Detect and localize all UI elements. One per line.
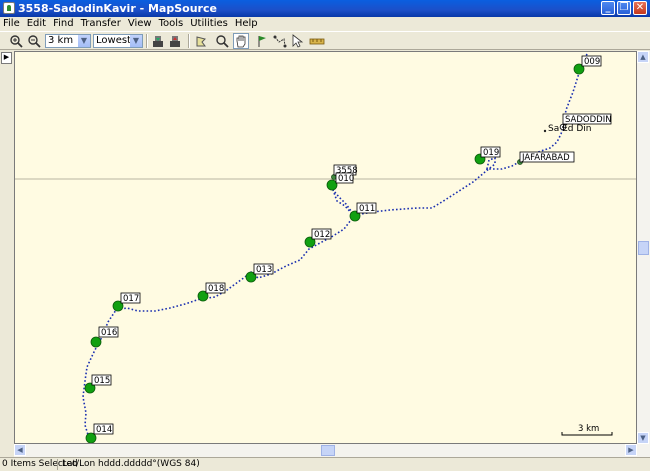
waypoint-label-018: 018 bbox=[208, 284, 224, 294]
route-tool-icon[interactable] bbox=[272, 33, 288, 49]
scroll-left-arrow-icon[interactable]: ◀ bbox=[14, 444, 26, 456]
receive-from-device-icon[interactable] bbox=[150, 33, 166, 49]
maximize-button[interactable]: ❐ bbox=[617, 1, 631, 15]
hand-pan-tool-icon[interactable] bbox=[233, 33, 249, 49]
waypoint-label-013: 013 bbox=[256, 265, 272, 275]
track-line bbox=[82, 53, 588, 443]
scroll-down-arrow-icon[interactable]: ▼ bbox=[637, 432, 649, 444]
vertical-scrollbar[interactable]: ▲ ▼ bbox=[637, 51, 650, 444]
zoom-out-icon[interactable] bbox=[26, 33, 42, 49]
zoom-tool-icon[interactable] bbox=[214, 33, 230, 49]
menu-help[interactable]: Help bbox=[232, 17, 262, 31]
scale-bar: 3 km bbox=[561, 424, 613, 436]
waypoint-flag-tool-icon[interactable] bbox=[254, 33, 270, 49]
waypoint-label-014: 014 bbox=[96, 425, 112, 435]
window-title: 3558-SadodinKavir - MapSource bbox=[18, 2, 217, 15]
detail-level-select[interactable]: Lowest ▼ bbox=[93, 34, 143, 48]
title-bar: 3558-SadodinKavir - MapSource _ ❐ ✕ bbox=[0, 0, 650, 17]
minimize-button[interactable]: _ bbox=[601, 1, 615, 15]
map-canvas[interactable]: 009 SADODDIN 019 JAFARABAD 3558 010 011 … bbox=[15, 52, 637, 444]
menu-edit[interactable]: Edit bbox=[24, 17, 50, 31]
scroll-right-arrow-icon[interactable]: ▶ bbox=[625, 444, 637, 456]
side-panel-collapsed: ▶ bbox=[0, 51, 13, 444]
place-label: Sa Ed Din bbox=[548, 124, 591, 134]
toolbar-separator bbox=[146, 34, 148, 48]
detail-level-value: Lowest bbox=[96, 35, 131, 46]
status-bar: 0 Items Selected Lat/Lon hddd.ddddd°(WGS… bbox=[0, 457, 650, 471]
menu-bar: File Edit Find Transfer View Tools Utili… bbox=[0, 17, 650, 31]
toolbar: 3 km ▼ Lowest ▼ bbox=[0, 31, 650, 50]
waypoint-label-019: 019 bbox=[483, 148, 499, 158]
status-coordinate-format: Lat/Lon hddd.ddddd°(WGS 84) bbox=[62, 459, 200, 469]
chevron-down-icon[interactable]: ▼ bbox=[78, 35, 90, 47]
waypoint-label-016: 016 bbox=[101, 328, 117, 338]
waypoint-label-jafarabad: JAFARABAD bbox=[521, 153, 570, 163]
scale-label: 3 km bbox=[578, 424, 599, 434]
map-tool-icon[interactable] bbox=[193, 33, 209, 49]
distance-ruler-tool-icon[interactable] bbox=[309, 33, 325, 49]
waypoint-label-009: 009 bbox=[584, 57, 600, 67]
toolbar-separator bbox=[188, 34, 190, 48]
waypoint-icon[interactable] bbox=[326, 179, 338, 191]
vertical-scroll-thumb[interactable] bbox=[638, 241, 649, 255]
chevron-down-icon[interactable]: ▼ bbox=[130, 35, 142, 47]
status-divider bbox=[57, 459, 58, 470]
scroll-up-arrow-icon[interactable]: ▲ bbox=[637, 51, 649, 63]
waypoint-label-012: 012 bbox=[314, 230, 330, 240]
menu-tools[interactable]: Tools bbox=[156, 17, 188, 31]
menu-find[interactable]: Find bbox=[50, 17, 78, 31]
zoom-scale-select[interactable]: 3 km ▼ bbox=[45, 34, 91, 48]
mapsource-app-icon[interactable] bbox=[3, 2, 15, 14]
expand-panel-arrow-icon[interactable]: ▶ bbox=[1, 52, 12, 64]
horizontal-scroll-thumb[interactable] bbox=[321, 445, 335, 456]
waypoint-label-011: 011 bbox=[359, 204, 375, 214]
horizontal-scrollbar[interactable]: ◀ ▶ bbox=[14, 444, 650, 457]
waypoint-label-017: 017 bbox=[123, 294, 139, 304]
waypoint-icon[interactable] bbox=[85, 432, 97, 443]
place-point-icon bbox=[543, 129, 547, 133]
close-button[interactable]: ✕ bbox=[633, 1, 647, 15]
waypoint-label-015: 015 bbox=[94, 376, 110, 386]
send-to-device-icon[interactable] bbox=[167, 33, 183, 49]
selection-arrow-tool-icon[interactable] bbox=[289, 33, 305, 49]
menu-transfer[interactable]: Transfer bbox=[78, 17, 125, 31]
map-view[interactable]: 009 SADODDIN 019 JAFARABAD 3558 010 011 … bbox=[14, 51, 637, 444]
menu-view[interactable]: View bbox=[125, 17, 156, 31]
zoom-scale-value: 3 km bbox=[48, 35, 74, 46]
zoom-in-icon[interactable] bbox=[8, 33, 24, 49]
waypoint-icon[interactable] bbox=[90, 336, 102, 348]
waypoint-label-010: 010 bbox=[338, 174, 354, 184]
menu-file[interactable]: File bbox=[0, 17, 24, 31]
menu-utilities[interactable]: Utilities bbox=[187, 17, 232, 31]
